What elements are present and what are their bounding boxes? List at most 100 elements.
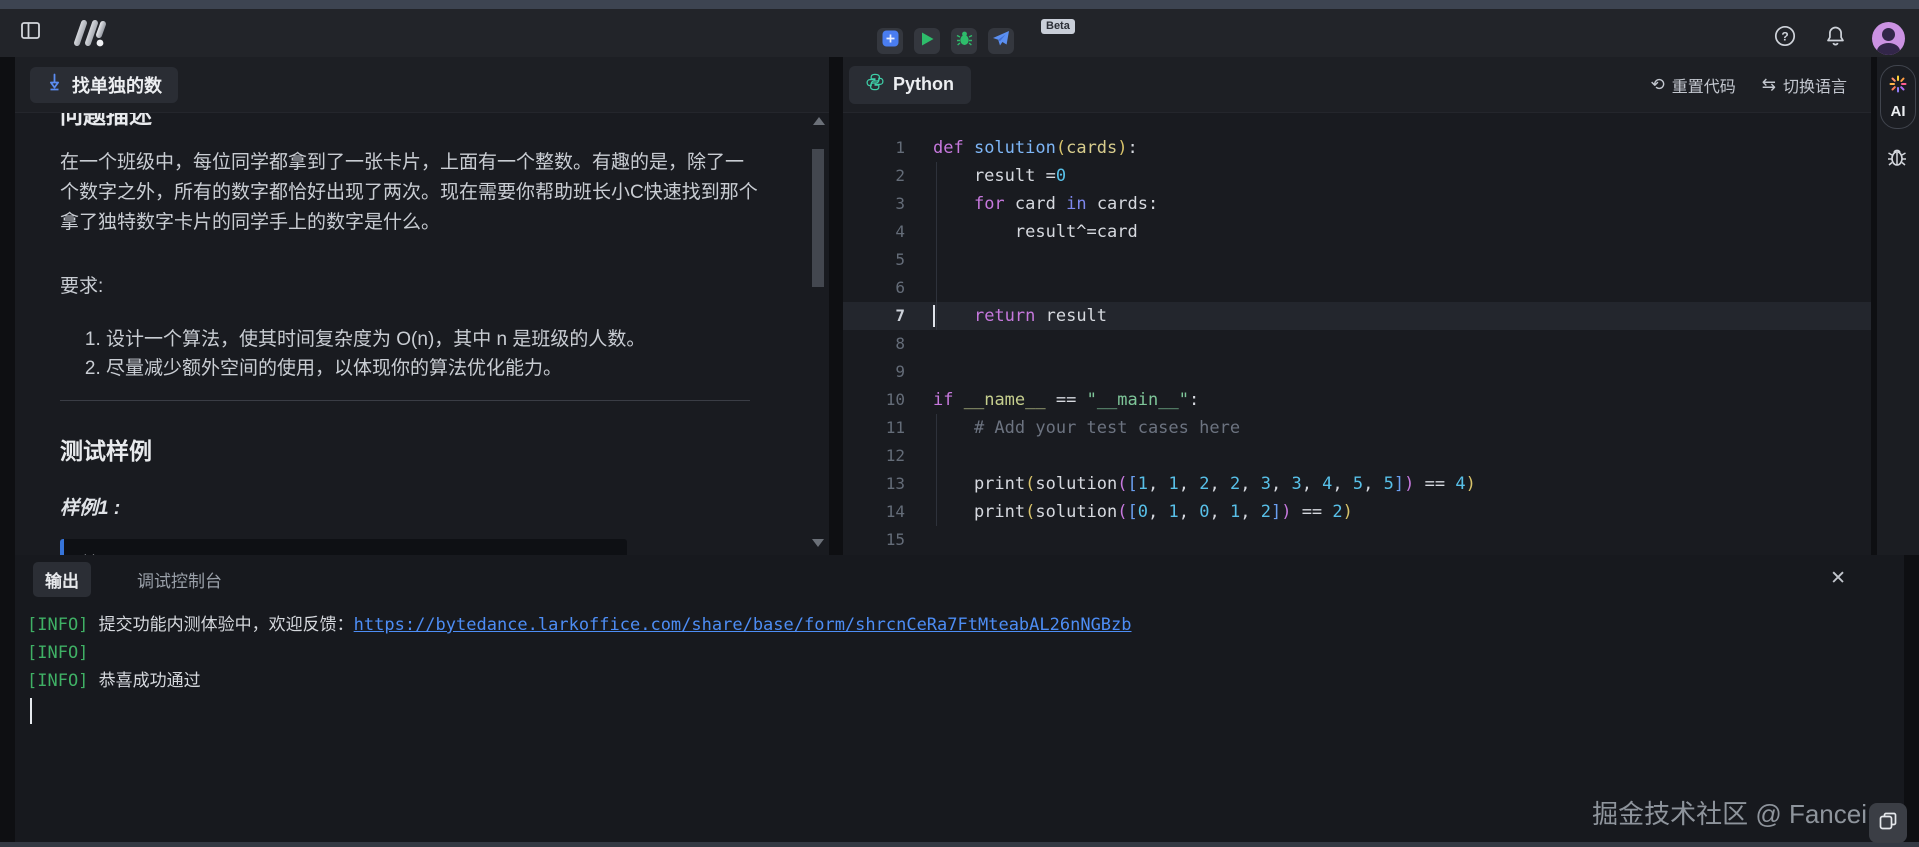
app-header: Beta ? [0,9,1919,57]
new-file-button[interactable] [877,28,903,54]
line-number: 10 [843,386,905,414]
debug-button[interactable] [951,28,977,54]
problem-tab[interactable]: 找单独的数 [30,67,178,103]
code-line[interactable]: 12 [843,442,1871,470]
code-editor-panel: Python ⟲ 重置代码 ⇆ 切换语言 1def solution(cards… [843,57,1871,555]
editor-cursor [933,305,935,327]
requirement-item: 设计一个算法，使其时间复杂度为 O(n)，其中 n 是班级的人数。 [106,326,765,354]
code-line[interactable]: 7 return result [843,302,1871,330]
user-avatar[interactable] [1872,22,1905,55]
code-text [905,330,933,358]
console-line: [INFO] [27,639,1904,667]
code-line[interactable]: 2 result =0 [843,162,1871,190]
ai-assistant-button[interactable]: AI [1880,65,1916,129]
line-number: 5 [843,246,905,274]
console-close-button[interactable]: ✕ [1830,569,1846,588]
code-line[interactable]: 9 [843,358,1871,386]
code-line[interactable]: 6 [843,274,1871,302]
console-tab-输出[interactable]: 输出 [33,562,91,597]
console-cursor [30,698,32,724]
switch-language-button[interactable]: ⇆ 切换语言 [1762,73,1847,97]
bug-icon [956,30,973,52]
language-tab[interactable]: Python [849,66,971,104]
code-editor[interactable]: 1def solution(cards):2 result =03 for ca… [843,113,1871,555]
notifications-button[interactable] [1822,26,1848,52]
problem-description-area[interactable]: 问题描述 在一个班级中，每位同学都拿到了一张卡片，上面有一个整数。有趣的是，除了… [15,113,829,555]
console-tab-调试控制台[interactable]: 调试控制台 [125,562,234,597]
problem-description: 在一个班级中，每位同学都拿到了一张卡片，上面有一个整数。有趣的是，除了一个数字之… [60,148,760,238]
log-level-tag: [INFO] [27,643,88,663]
bug-outline-icon [1886,156,1908,173]
bell-icon [1825,25,1846,52]
scrollbar-thumb[interactable] [812,149,824,287]
code-line[interactable]: 11 # Add your test cases here [843,414,1871,442]
code-line[interactable]: 8 [843,330,1871,358]
layout-panel-icon [21,22,40,44]
code-line[interactable]: 5 [843,246,1871,274]
avatar-silhouette [1882,28,1895,41]
scroll-up-arrow-icon[interactable] [813,117,825,125]
reset-code-button[interactable]: ⟲ 重置代码 [1650,73,1735,97]
scroll-down-arrow-icon[interactable] [812,539,824,547]
ai-label: AI [1891,103,1906,120]
line-number: 8 [843,330,905,358]
line-number: 9 [843,358,905,386]
line-number: 12 [843,442,905,470]
samples-title: 测试样例 [60,432,765,466]
feedback-link[interactable]: https://bytedance.larkoffice.com/share/b… [354,615,1132,635]
code-text: result^=card [905,218,1138,246]
copy-panel-icon [1879,812,1897,835]
code-line[interactable]: 10if __name__ == "__main__": [843,386,1871,414]
extension-float-button[interactable] [1869,803,1907,843]
code-line[interactable]: 14 print(solution([0, 1, 0, 1, 2]) == 2) [843,498,1871,526]
sample1-label: 样例1 : [60,493,765,520]
problem-tab-title: 找单独的数 [72,72,162,98]
code-line[interactable]: 4 result^=card [843,218,1871,246]
run-button[interactable] [914,28,940,54]
line-number: 14 [843,498,905,526]
code-text: result =0 [905,162,1066,190]
console-line: [INFO] 提交功能内测体验中，欢迎反馈：https://bytedance.… [27,611,1904,639]
problem-panel-header: 找单独的数 [15,57,829,113]
submit-button[interactable] [988,28,1014,54]
watermark-text: 掘金技术社区 @ Fancei [1592,794,1867,831]
code-text: print(solution([0, 1, 0, 1, 2]) == 2) [905,498,1353,526]
requirement-list: 设计一个算法，使其时间复杂度为 O(n)，其中 n 是班级的人数。尽量减少额外空… [60,326,765,383]
code-line[interactable]: 15 [843,526,1871,554]
paper-plane-icon [992,30,1010,52]
code-text [905,442,933,470]
help-button[interactable]: ? [1772,26,1798,52]
code-text [905,526,933,554]
line-number: 15 [843,526,905,554]
requirement-label: 要求: [60,271,765,298]
code-text [905,274,933,302]
console-tab-bar: 输出调试控制台 [15,555,1904,603]
problem-scrollbar[interactable] [811,117,826,547]
sparkle-icon [1888,74,1908,99]
console-line: [INFO] 恭喜成功通过 [27,667,1904,695]
sample1-code-block: 输入：cards = [1, 1, 2, 2, 3, 3, 4, 5, 5] 输… [60,539,627,555]
code-line[interactable]: 13 print(solution([1, 1, 2, 2, 3, 3, 4, … [843,470,1871,498]
problem-section-title: 问题描述 [60,113,765,130]
code-text: for card in cards: [905,190,1158,218]
log-level-tag: [INFO] [27,671,88,691]
code-line[interactable]: 1def solution(cards): [843,134,1871,162]
line-number: 13 [843,470,905,498]
window-top-strip [0,0,1919,9]
marscode-logo[interactable] [69,20,113,46]
bottom-edge-strip [0,842,1919,847]
requirement-item: 尽量减少额外空间的使用，以体现你的算法优化能力。 [106,355,765,383]
console-output[interactable]: [INFO] 提交功能内测体验中，欢迎反馈：https://bytedance.… [15,603,1904,724]
beta-badge: Beta [1041,19,1075,34]
code-line[interactable]: 3 for card in cards: [843,190,1871,218]
question-circle-icon: ? [1774,25,1796,52]
code-text: return result [905,302,1107,330]
editor-header: Python ⟲ 重置代码 ⇆ 切换语言 [843,57,1871,113]
play-icon [920,31,935,52]
code-text: # Add your test cases here [905,414,1240,442]
code-text [905,246,933,274]
feedback-bug-button[interactable] [1886,145,1908,174]
sidebar-toggle-button[interactable] [17,20,43,46]
blue-plus-icon [882,30,899,52]
line-number: 3 [843,190,905,218]
